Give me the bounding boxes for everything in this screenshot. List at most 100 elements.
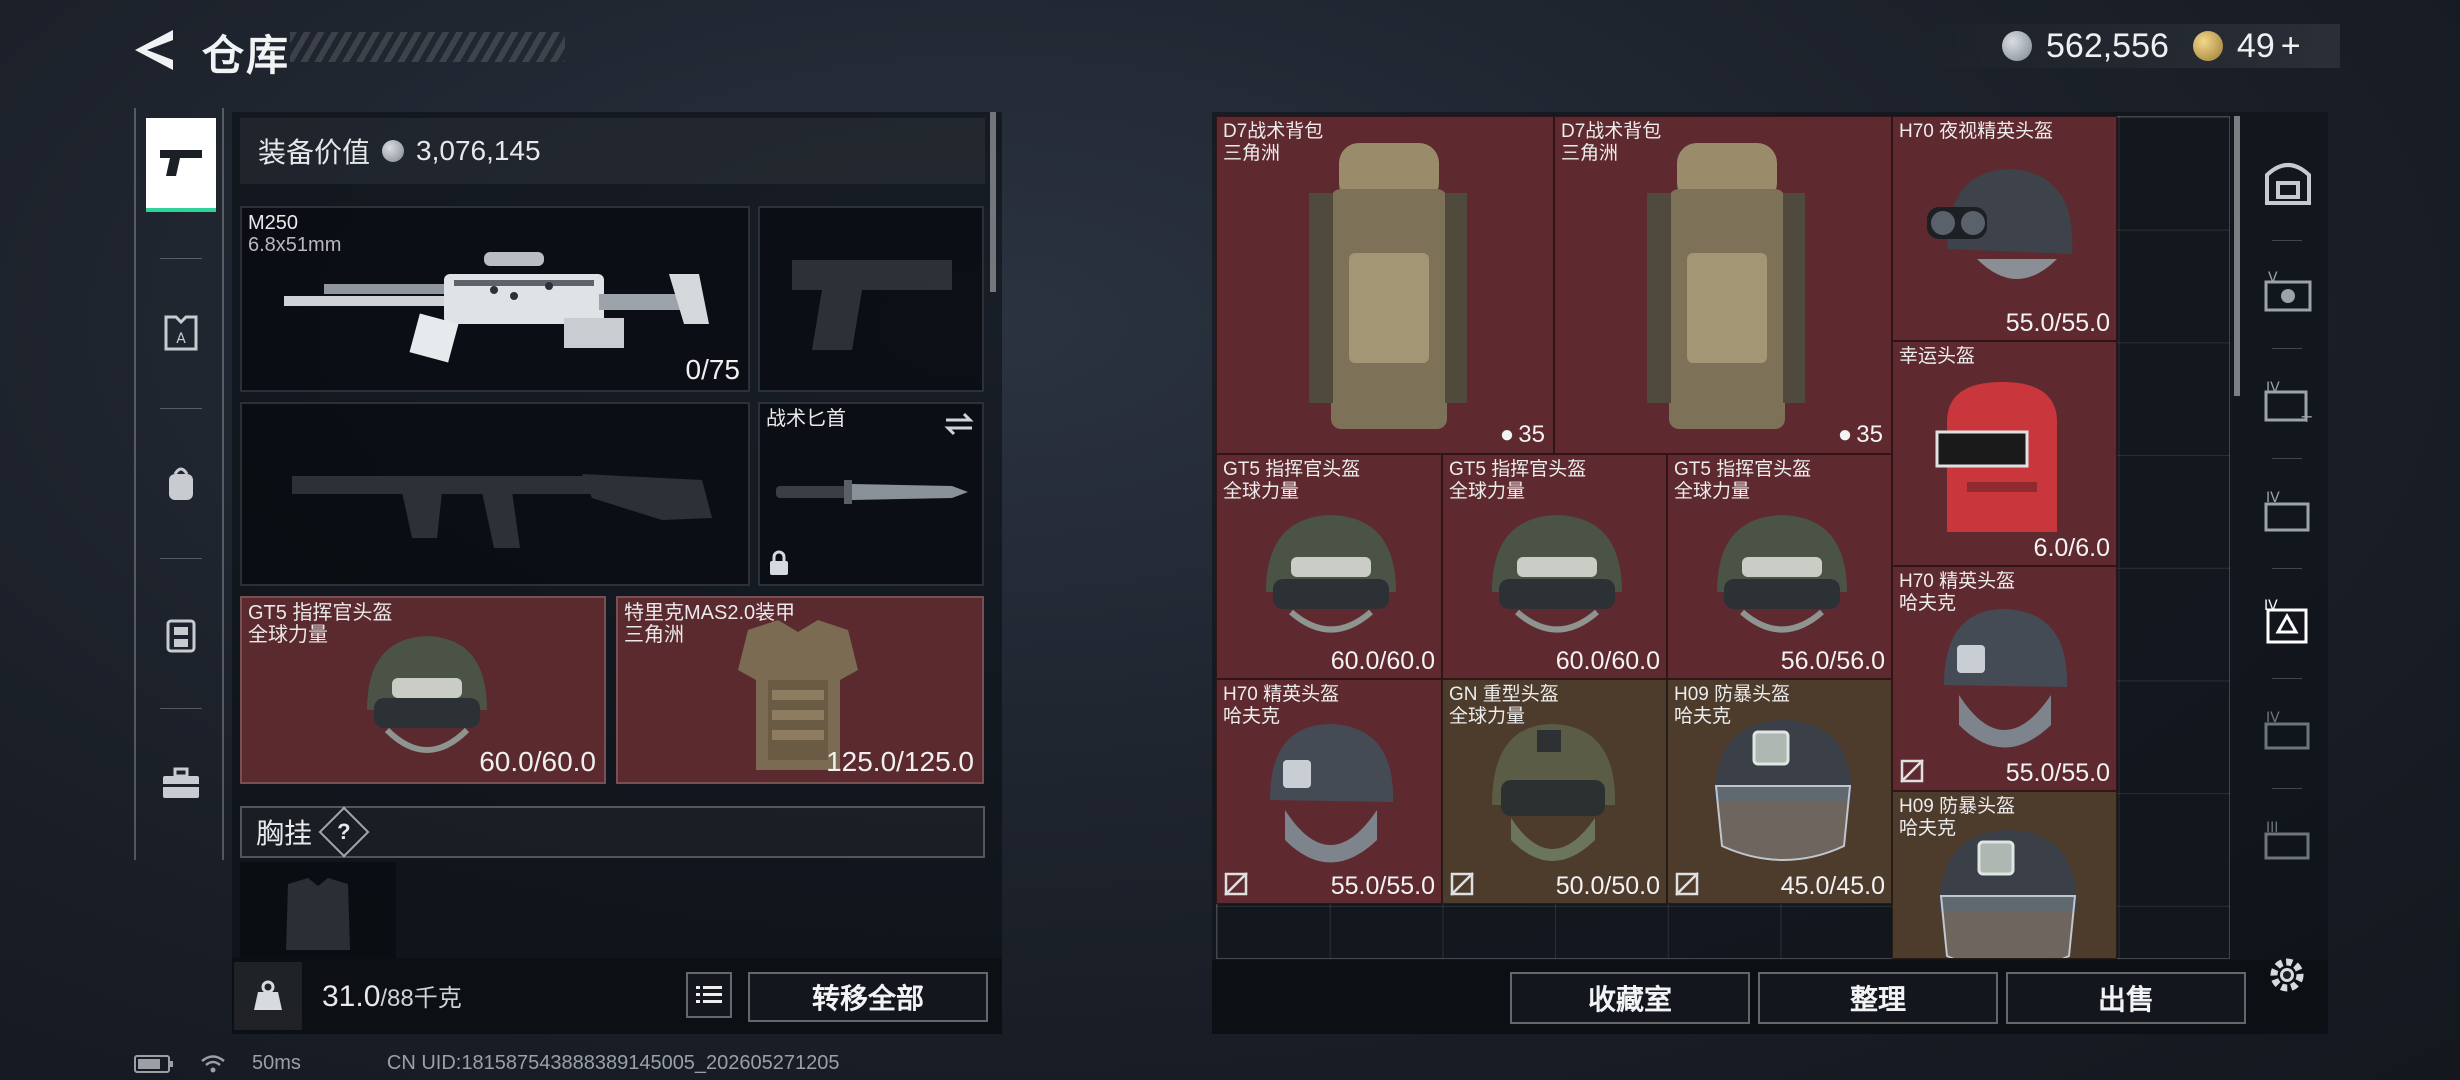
stash-item[interactable]: H70 夜视精英头盔 55.0/55.0 <box>1892 116 2117 341</box>
item-durability: 55.0/55.0 <box>2005 309 2110 337</box>
heavy-helmet-image <box>1492 724 1616 861</box>
gold-add-button[interactable]: + <box>2281 27 2301 66</box>
sort-button[interactable]: 整理 <box>1758 972 1998 1024</box>
back-arrow-icon <box>135 30 173 70</box>
helmet-image <box>1270 724 1394 863</box>
collection-room-button[interactable]: 收藏室 <box>1510 972 1750 1024</box>
item-name: H70 精英头盔 <box>1899 571 2016 592</box>
help-icon[interactable]: ? <box>318 806 370 858</box>
weight-readout: 31.0/88千克 <box>322 978 462 1014</box>
nav-vault[interactable] <box>2260 150 2316 214</box>
sidearm-slot[interactable] <box>758 206 984 392</box>
item-durability: 50.0/50.0 <box>1555 872 1660 900</box>
stash-item[interactable]: GN 重型头盔 全球力量 50.0/50.0 <box>1442 679 1667 904</box>
settings-button[interactable] <box>2262 950 2312 1000</box>
helmet-image <box>1266 515 1396 633</box>
item-name: H70 精英头盔 <box>1223 684 1340 705</box>
item-name: GT5 指挥官头盔 <box>1449 459 1587 480</box>
nav-toolbox[interactable] <box>146 738 216 828</box>
nav-case-iv-b[interactable]: IV <box>2260 480 2316 544</box>
back-button[interactable] <box>130 24 178 76</box>
stash-item[interactable]: GT5 指挥官头盔 全球力量 60.0/60.0 <box>1442 454 1667 679</box>
svg-text:A: A <box>176 331 186 347</box>
nav-case-v[interactable]: V <box>2260 260 2316 324</box>
item-name: GN 重型头盔 <box>1449 684 1559 705</box>
riot-helmet-image <box>1714 720 1853 861</box>
svg-text:IV: IV <box>2266 380 2280 396</box>
swap-icon[interactable] <box>944 412 974 436</box>
chest-rig-slot[interactable] <box>240 862 396 958</box>
primary-weapon-slot[interactable]: M250 6.8x51mm 0/75 <box>240 206 750 392</box>
case-iv-icon: IV <box>2264 710 2310 750</box>
backpack-image <box>1647 143 1805 429</box>
stash-item[interactable]: H70 精英头盔 哈夫克 55.0/55.0 <box>1892 566 2117 791</box>
machine-gun-image <box>284 252 709 363</box>
stash-item[interactable]: H09 防暴头盔 哈夫克 45.0/45.0 <box>1667 679 1892 904</box>
pistol-icon <box>160 150 202 176</box>
wifi-icon <box>201 1054 225 1072</box>
stash-item[interactable]: GT5 指挥官头盔 全球力量 60.0/60.0 <box>1216 454 1442 679</box>
backpack-image <box>1309 143 1467 429</box>
currency-bar: 562,556 49 + <box>1920 24 2340 68</box>
helmet-slot[interactable]: GT5 指挥官头盔 全球力量 60.0/60.0 <box>240 596 606 784</box>
nav-vest[interactable] <box>146 588 216 678</box>
item-durability: 45.0/45.0 <box>1780 872 1885 900</box>
sell-button[interactable]: 出售 <box>2006 972 2246 1024</box>
no-insurance-icon <box>1224 872 1248 896</box>
lucky-helmet-image <box>1935 382 2057 532</box>
stash-item[interactable]: GT5 指挥官头盔 全球力量 56.0/56.0 <box>1667 454 1892 679</box>
stash-item[interactable]: 幸运头盔 6.0/6.0 <box>1892 341 2117 566</box>
loadout-value-bar: 装备价值 3,076,145 <box>240 118 985 184</box>
item-durability: 55.0/55.0 <box>1330 872 1435 900</box>
weight-current: 31.0 <box>322 980 381 1013</box>
helmet-image <box>1492 515 1622 633</box>
status-footer: 50ms CN UID:1815875438883891450​05_20260… <box>134 1052 840 1075</box>
helmet-image <box>1717 515 1847 633</box>
nav-case-iv-d[interactable]: IV <box>2260 700 2316 764</box>
secondary-weapon-slot[interactable] <box>240 402 750 586</box>
weight-icon <box>254 980 282 1010</box>
silver-coin-icon <box>2002 31 2032 61</box>
svg-text:IV: IV <box>2266 710 2280 726</box>
chest-rig-header[interactable]: 胸挂 ? <box>240 806 985 858</box>
armor-durability: 125.0/125.0 <box>826 746 974 777</box>
item-name: GT5 指挥官头盔 <box>1674 459 1812 480</box>
vest-icon <box>166 619 196 653</box>
body-armor-slot[interactable]: 特里克MAS2.0装甲 三角洲 125.0/125.0 <box>616 596 984 784</box>
battery-icon <box>134 1054 173 1073</box>
loadout-scrollbar[interactable] <box>990 112 996 292</box>
knife-image <box>776 480 968 504</box>
nav-weapons[interactable] <box>146 118 216 212</box>
capacity-icon: ● <box>1837 421 1853 448</box>
silver-coin-icon <box>382 140 405 162</box>
item-name: 幸运头盔 <box>1899 346 1976 367</box>
melee-name: 战术匕首 <box>766 408 846 430</box>
title-decoration <box>290 32 565 62</box>
weight-max: /88千克 <box>380 985 462 1012</box>
vest-silhouette-icon <box>286 878 350 950</box>
stash-item[interactable]: D7战术背包 三角洲 ● 35 <box>1216 116 1554 454</box>
gold-amount: 49 <box>2236 26 2275 65</box>
stash-scrollbar[interactable] <box>2234 116 2240 396</box>
melee-slot[interactable]: 战术匕首 <box>758 402 984 586</box>
item-durability: 56.0/56.0 <box>1780 647 1885 675</box>
no-insurance-icon <box>1900 759 1924 783</box>
stash-item[interactable]: D7战术背包 三角洲 ● 35 <box>1554 116 1892 454</box>
stash-item[interactable]: H09 防暴头盔 哈夫克 <box>1892 791 2117 959</box>
list-view-button[interactable] <box>686 972 732 1018</box>
nav-case-iii[interactable]: III <box>2260 810 2316 874</box>
case-iii-icon: III <box>2264 820 2310 860</box>
nav-case-iv-a[interactable]: IV + <box>2260 370 2316 434</box>
weapon-ammo: 0/75 <box>685 354 741 385</box>
nav-case-iv-c[interactable]: IV <box>2260 590 2316 654</box>
list-icon <box>696 986 722 1003</box>
item-name: H09 防暴头盔 <box>1674 684 1791 705</box>
case-iv-active-icon: IV <box>2264 598 2308 644</box>
stash-item[interactable]: H70 精英头盔 哈夫克 55.0/55.0 <box>1216 679 1442 904</box>
loadout-value-label: 装备价值 <box>258 137 371 168</box>
nav-backpack[interactable] <box>146 438 216 528</box>
nav-armor[interactable]: A <box>146 288 216 378</box>
transfer-all-button[interactable]: 转移全部 <box>748 972 988 1022</box>
item-name: H09 防暴头盔 <box>1899 796 2016 817</box>
case-iv-add-icon: IV + <box>2264 380 2313 424</box>
